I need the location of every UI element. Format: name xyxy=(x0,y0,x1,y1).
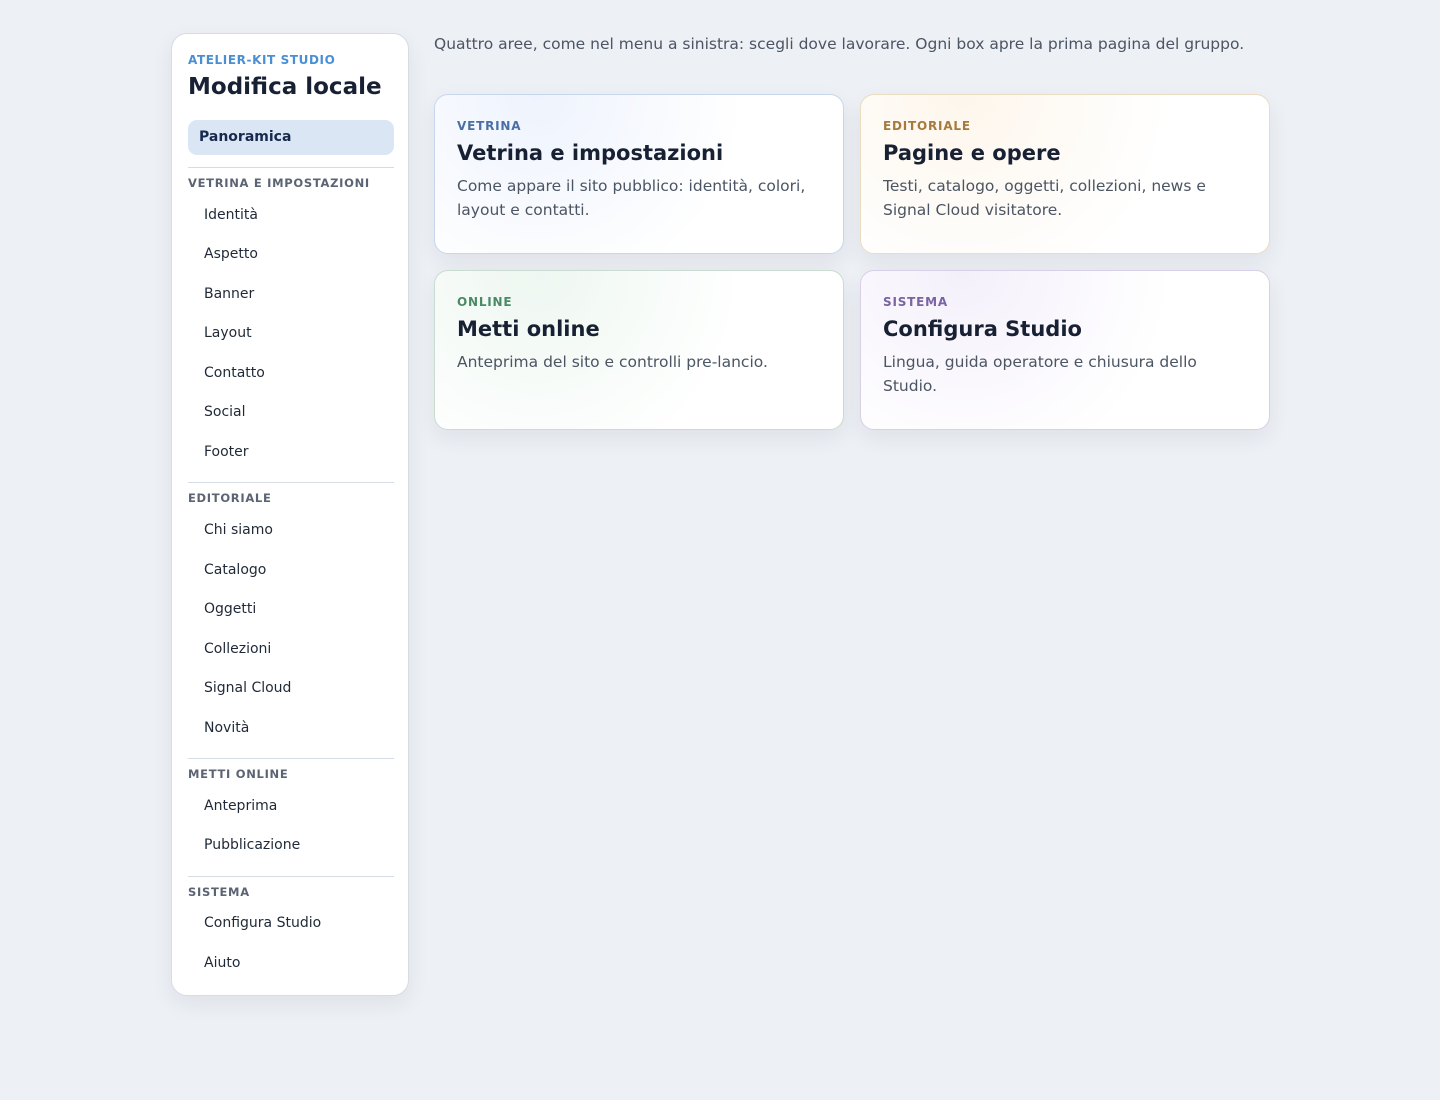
sidebar-item-anteprima[interactable]: Anteprima xyxy=(204,798,277,814)
sidebar-item-catalogo[interactable]: Catalogo xyxy=(204,562,266,578)
divider xyxy=(188,167,394,168)
sidebar-item-panoramica[interactable]: Panoramica xyxy=(188,120,394,155)
divider xyxy=(188,876,394,877)
sidebar: ATELIER-KIT STUDIO Modifica locale Panor… xyxy=(171,33,409,996)
card-title: Metti online xyxy=(457,317,600,341)
group-label-sistema: SISTEMA xyxy=(188,885,250,899)
card-vetrina[interactable]: VETRINA Vetrina e impostazioni Come appa… xyxy=(434,94,844,254)
sidebar-item-pubblicazione[interactable]: Pubblicazione xyxy=(204,837,300,853)
group-label-metti-online: METTI ONLINE xyxy=(188,767,289,781)
brand-label: ATELIER-KIT STUDIO xyxy=(188,53,336,67)
card-title: Configura Studio xyxy=(883,317,1082,341)
sidebar-item-identita[interactable]: Identità xyxy=(204,207,258,223)
card-tag: VETRINA xyxy=(457,119,522,133)
sidebar-item-layout[interactable]: Layout xyxy=(204,325,252,341)
sidebar-item-aiuto[interactable]: Aiuto xyxy=(204,955,240,971)
sidebar-item-novita[interactable]: Novità xyxy=(204,720,249,736)
sidebar-item-footer[interactable]: Footer xyxy=(204,444,249,460)
group-label-editoriale: EDITORIALE xyxy=(188,491,272,505)
card-tag: EDITORIALE xyxy=(883,119,971,133)
sidebar-item-chi-siamo[interactable]: Chi siamo xyxy=(204,522,273,538)
sidebar-item-contatto[interactable]: Contatto xyxy=(204,365,265,381)
sidebar-item-configura-studio[interactable]: Configura Studio xyxy=(204,915,321,931)
card-title: Pagine e opere xyxy=(883,141,1061,165)
card-online[interactable]: ONLINE Metti online Anteprima del sito e… xyxy=(434,270,844,430)
card-description: Testi, catalogo, oggetti, collezioni, ne… xyxy=(883,177,1206,219)
card-description: Come appare il sito pubblico: identità, … xyxy=(457,177,806,219)
sidebar-item-social[interactable]: Social xyxy=(204,404,246,420)
card-description: Anteprima del sito e controlli pre-lanci… xyxy=(457,353,768,371)
page: ATELIER-KIT STUDIO Modifica locale Panor… xyxy=(0,0,1440,1100)
sidebar-item-signal-cloud[interactable]: Signal Cloud xyxy=(204,680,291,696)
sidebar-item-collezioni[interactable]: Collezioni xyxy=(204,641,271,657)
sidebar-title: Modifica locale xyxy=(188,74,382,100)
group-label-vetrina: VETRINA E IMPOSTAZIONI xyxy=(188,176,370,190)
sidebar-item-aspetto[interactable]: Aspetto xyxy=(204,246,258,262)
card-tag: ONLINE xyxy=(457,295,513,309)
card-sistema[interactable]: SISTEMA Configura Studio Lingua, guida o… xyxy=(860,270,1270,430)
card-editoriale[interactable]: EDITORIALE Pagine e opere Testi, catalog… xyxy=(860,94,1270,254)
divider xyxy=(188,758,394,759)
intro-text: Quattro aree, come nel menu a sinistra: … xyxy=(434,35,1245,53)
sidebar-item-oggetti[interactable]: Oggetti xyxy=(204,601,256,617)
card-tag: SISTEMA xyxy=(883,295,948,309)
sidebar-item-banner[interactable]: Banner xyxy=(204,286,254,302)
card-description: Lingua, guida operatore e chiusura dello… xyxy=(883,353,1197,395)
divider xyxy=(188,482,394,483)
card-title: Vetrina e impostazioni xyxy=(457,141,724,165)
